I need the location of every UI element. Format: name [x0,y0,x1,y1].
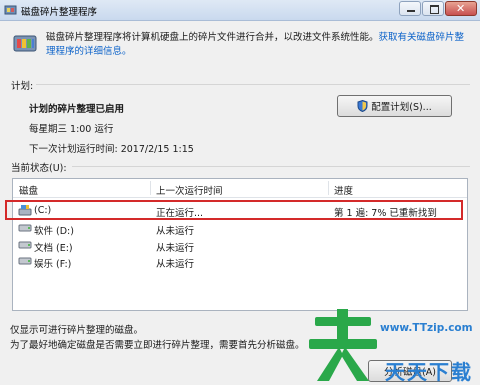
drive-icon [18,257,32,265]
last-run: 从未运行 [156,226,195,237]
maximize-icon [430,5,439,14]
disk-name: 文档 (E:) [34,243,73,254]
disk-list[interactable]: 磁盘 上一次运行时间 进度 (C:) 正在运行... 第 1 遍: 7% 已重新… [12,178,468,311]
footer-hint: 为了最好地确定磁盘是否需要立即进行碎片整理，需要首先分析磁盘。 [10,340,305,351]
close-button[interactable]: ✕ [445,1,477,16]
table-row[interactable]: 软件 (D:) 从未运行 [13,220,467,237]
title-bar: 磁盘碎片整理程序 ✕ [0,0,480,21]
last-run: 从未运行 [156,259,195,270]
maximize-button[interactable] [422,1,444,16]
table-row[interactable]: 娱乐 (F:) 从未运行 [13,253,467,270]
column-header-progress[interactable]: 进度 [334,183,353,197]
drive-icon [18,241,32,249]
drive-icon [18,224,32,232]
disk-name: 软件 (D:) [34,226,74,237]
close-icon: ✕ [456,2,466,15]
column-header-disk[interactable]: 磁盘 [19,183,38,197]
highlight-box [5,200,463,220]
table-row[interactable]: 文档 (E:) 从未运行 [13,237,467,254]
defrag-app-icon [4,5,17,15]
defrag-app-icon [13,35,37,52]
schedule-next-run: 下一次计划运行时间: 2017/2/15 1:15 [29,144,194,155]
schedule-label: 计划: [11,81,34,92]
column-header-last-run[interactable]: 上一次运行时间 [156,183,223,197]
schedule-recurrence: 每星期三 1:00 运行 [29,124,114,135]
watermark-text: 天天下载 [385,360,473,384]
minimize-button[interactable] [399,1,421,16]
current-status-label: 当前状态(U): [11,163,67,174]
minimize-icon [407,10,415,12]
last-run: 从未运行 [156,243,195,254]
shield-icon [357,100,368,112]
footer-note: 仅显示可进行碎片整理的磁盘。 [10,325,144,336]
schedule-divider [36,84,470,85]
configure-schedule-button[interactable]: 配置计划(S)... [337,95,452,117]
list-header: 磁盘 上一次运行时间 进度 [13,179,467,198]
schedule-status: 计划的碎片整理已启用 [29,104,125,115]
intro-text: 磁盘碎片整理程序将计算机硬盘上的碎片文件进行合并，以改进文件系统性能。获取有关磁… [46,31,471,59]
column-separator [328,181,329,195]
disk-name: 娱乐 (F:) [34,259,72,270]
intro-description: 磁盘碎片整理程序将计算机硬盘上的碎片文件进行合并，以改进文件系统性能。 [46,32,379,43]
configure-schedule-label: 配置计划(S)... [371,102,432,113]
status-divider [72,166,470,167]
watermark-url: www.TTzip.com [380,322,473,334]
window-title: 磁盘碎片整理程序 [21,7,98,18]
column-separator [150,181,151,195]
